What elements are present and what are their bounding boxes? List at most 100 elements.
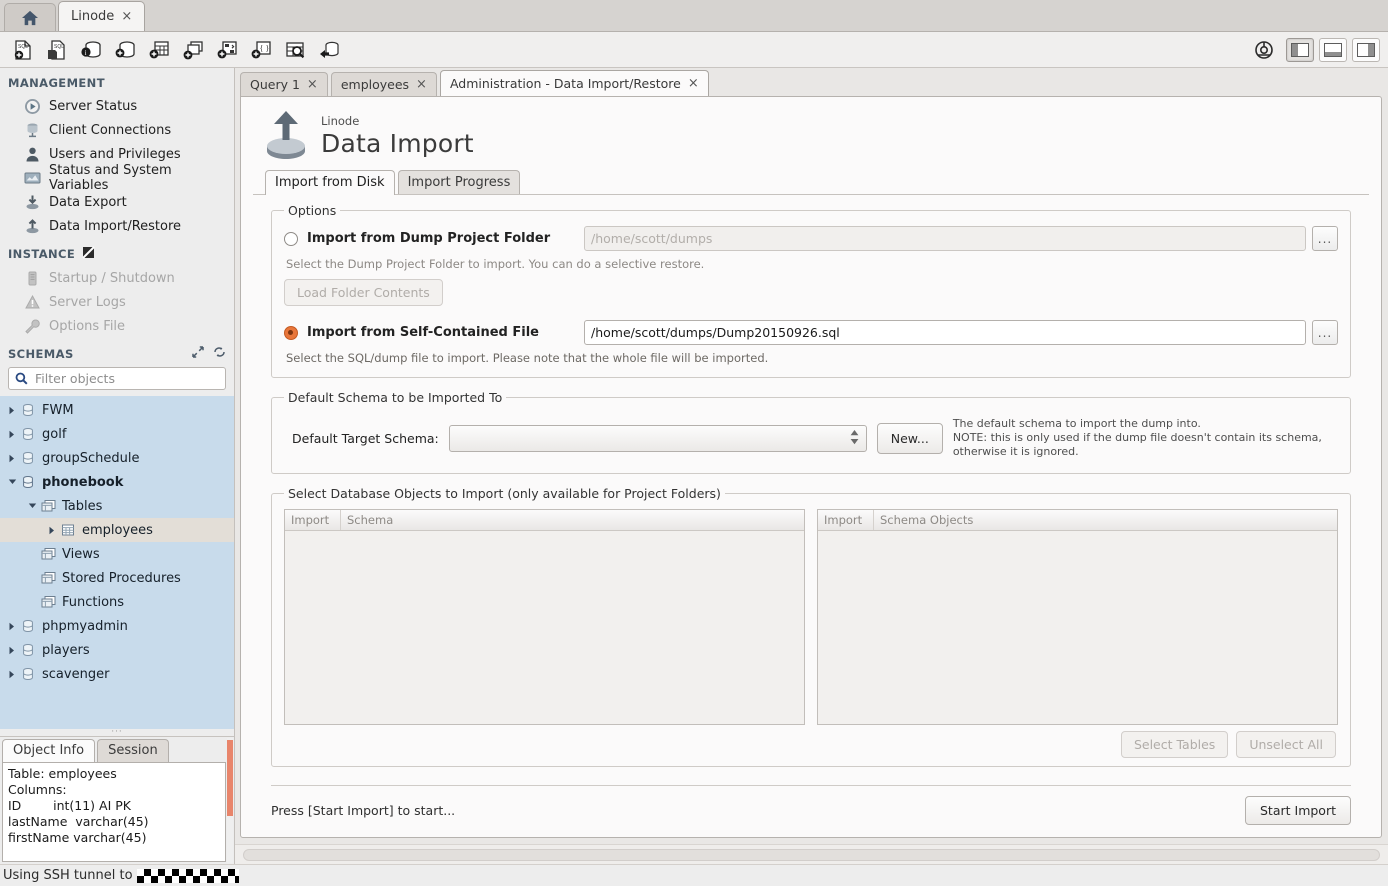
reconnect-server-icon[interactable] (312, 35, 346, 65)
new-table-icon[interactable] (142, 35, 176, 65)
start-import-button[interactable]: Start Import (1245, 796, 1351, 825)
radio-import-from-self-contained-file[interactable]: Import from Self-Contained File (284, 325, 584, 340)
chevron-right-icon[interactable] (45, 526, 59, 535)
chevron-down-icon[interactable] (5, 478, 19, 486)
sidebar-item-client-connections[interactable]: Client Connections (0, 118, 234, 142)
default-target-schema-row: Default Target Schema: New... The de (284, 413, 1338, 461)
radio-button[interactable] (284, 326, 298, 340)
dump-folder-hint: Select the Dump Project Folder to import… (286, 257, 1338, 271)
new-view-icon[interactable] (176, 35, 210, 65)
radio-button[interactable] (284, 232, 298, 246)
inspect-table-icon[interactable] (278, 35, 312, 65)
tree-node-phpmyadmin[interactable]: phpmyadmin (0, 614, 234, 638)
search-box[interactable] (8, 367, 226, 390)
tree-node-phonebook[interactable]: phonebook (0, 470, 234, 494)
refresh-icon[interactable] (213, 346, 226, 361)
sidebar-item-data-import-restore[interactable]: Data Import/Restore (0, 214, 234, 238)
data-import-icon (22, 217, 42, 235)
tree-node-players[interactable]: players (0, 638, 234, 662)
sidebar-panel-toggle[interactable] (1286, 38, 1314, 62)
tree-node-golf[interactable]: golf (0, 422, 234, 446)
scrollbar-thumb[interactable] (243, 849, 1380, 861)
tree-node-groupschedule[interactable]: groupSchedule (0, 446, 234, 470)
sidebar-item-status-and-system-variables[interactable]: Status and System Variables (0, 166, 234, 190)
browse-file-button[interactable]: ... (1312, 320, 1338, 345)
connection-info-icon[interactable]: i (74, 35, 108, 65)
tab-query-1[interactable]: Query 1 × (240, 72, 328, 96)
tab-employees[interactable]: employees × (331, 72, 437, 96)
tree-node-employees[interactable]: employees (0, 518, 234, 542)
options-legend: Options (284, 203, 340, 218)
users-privileges-icon (22, 145, 42, 163)
new-stored-procedure-icon[interactable] (210, 35, 244, 65)
home-tab[interactable] (4, 3, 56, 31)
sidebar-item-data-export[interactable]: Data Export (0, 190, 234, 214)
close-icon[interactable]: × (121, 10, 132, 23)
chevron-right-icon[interactable] (5, 646, 19, 655)
search-input[interactable] (33, 370, 219, 387)
unselect-all-button[interactable]: Unselect All (1236, 731, 1336, 758)
tab-administration-data-import-restore[interactable]: Administration - Data Import/Restore × (440, 70, 709, 96)
new-schema-button[interactable]: New... (877, 423, 943, 454)
object-info-scrollbar[interactable] (227, 738, 233, 863)
output-panel-toggle[interactable] (1319, 38, 1347, 62)
sidebar-item-label: Startup / Shutdown (49, 271, 175, 286)
tab-import-progress[interactable]: Import Progress (398, 170, 521, 195)
sidebar-item-server-logs[interactable]: Server Logs (0, 290, 234, 314)
column-header-schema-objects: Schema Objects (874, 510, 1337, 530)
tree-node-views[interactable]: Views (0, 542, 234, 566)
tree-node-functions[interactable]: Functions (0, 590, 234, 614)
secondary-sidebar-toggle[interactable] (1352, 38, 1380, 62)
close-icon[interactable]: × (688, 77, 699, 90)
open-sql-file-icon[interactable]: SQL (40, 35, 74, 65)
connection-tab-linode[interactable]: Linode × (58, 1, 145, 31)
close-icon[interactable]: × (307, 78, 318, 91)
chevron-right-icon[interactable] (5, 622, 19, 631)
schema-list[interactable]: Import Schema (284, 509, 805, 725)
tab-import-from-disk[interactable]: Import from Disk (265, 170, 395, 195)
schema-objects-list[interactable]: Import Schema Objects (817, 509, 1338, 725)
browse-folder-button[interactable]: ... (1312, 226, 1338, 251)
new-sql-file-icon[interactable]: SQL (6, 35, 40, 65)
target-icon[interactable] (1247, 35, 1281, 65)
main-toolbar: SQL SQL i { } (0, 32, 1388, 68)
page-header: Linode Data Import (253, 107, 1369, 168)
object-info-text: Table: employees Columns: ID int(11) AI … (2, 762, 226, 862)
sidebar-item-options-file[interactable]: Options File (0, 314, 234, 338)
chevron-right-icon[interactable] (5, 454, 19, 463)
chevron-right-icon[interactable] (5, 670, 19, 679)
close-icon[interactable]: × (416, 78, 427, 91)
new-function-icon[interactable]: { } (244, 35, 278, 65)
dump-folder-path-input[interactable]: /home/scott/dumps (584, 226, 1306, 251)
sidebar-splitter-handle[interactable]: ··· (0, 729, 234, 736)
spinner-arrows-icon[interactable] (850, 430, 859, 445)
chevron-right-icon[interactable] (5, 430, 19, 439)
new-schema-icon[interactable] (108, 35, 142, 65)
radio-import-from-dump-folder[interactable]: Import from Dump Project Folder (284, 231, 584, 246)
load-folder-contents-button[interactable]: Load Folder Contents (284, 279, 443, 306)
expand-icon[interactable] (192, 346, 204, 361)
startup-shutdown-icon (22, 269, 42, 287)
tab-session[interactable]: Session (97, 739, 169, 762)
schema-objects-list-body[interactable] (818, 531, 1337, 724)
sidebar-item-startup-shutdown[interactable]: Startup / Shutdown (0, 266, 234, 290)
tree-node-tables[interactable]: Tables (0, 494, 234, 518)
chevron-right-icon[interactable] (5, 406, 19, 415)
schemas-header-actions (192, 346, 226, 361)
schema-tree[interactable]: FWM golf groupSchedule phonebook (0, 396, 234, 736)
tree-node-label: phpmyadmin (42, 619, 128, 634)
tree-node-fwm[interactable]: FWM (0, 398, 234, 422)
tab-object-info[interactable]: Object Info (2, 739, 95, 762)
horizontal-scrollbar[interactable] (235, 844, 1388, 864)
tree-node-stored-procedures[interactable]: Stored Procedures (0, 566, 234, 590)
tree-node-label: employees (82, 523, 153, 538)
default-target-schema-select[interactable] (449, 425, 867, 452)
select-tables-button[interactable]: Select Tables (1121, 731, 1228, 758)
sidebar-item-server-status[interactable]: Server Status (0, 94, 234, 118)
self-contained-file-path-input[interactable]: /home/scott/dumps/Dump20150926.sql (584, 320, 1306, 345)
tree-node-scavenger[interactable]: scavenger (0, 662, 234, 686)
chevron-down-icon[interactable] (25, 502, 39, 510)
schema-objects-list-header: Import Schema Objects (818, 510, 1337, 531)
table-icon (59, 523, 77, 537)
schema-list-body[interactable] (285, 531, 804, 724)
